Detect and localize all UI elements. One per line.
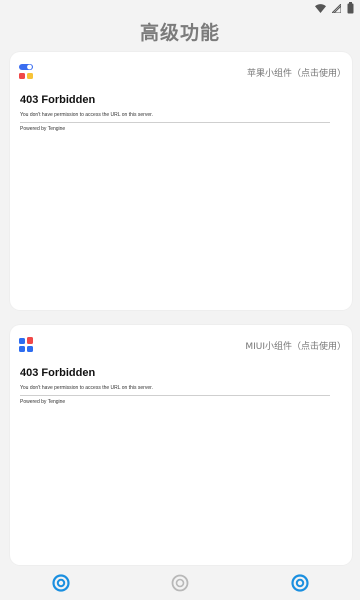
divider xyxy=(20,395,330,396)
error-title: 403 Forbidden xyxy=(20,367,96,379)
battery-icon xyxy=(347,2,354,14)
divider xyxy=(20,122,330,123)
circle-icon[interactable] xyxy=(170,573,190,593)
status-icons xyxy=(315,2,354,14)
widget-card-apple[interactable]: 苹果小组件（点击使用） 403 Forbidden You don't have… xyxy=(10,52,352,310)
status-bar xyxy=(0,0,360,16)
bottom-nav xyxy=(0,566,360,600)
home-icon[interactable] xyxy=(51,573,71,593)
miui-widget-link[interactable]: MIUI小组件（点击使用） xyxy=(245,339,346,352)
error-footer: Powered by Tengine xyxy=(20,126,66,132)
wifi-icon xyxy=(315,3,326,13)
page-title: 高级功能 xyxy=(139,22,220,44)
signal-icon xyxy=(332,3,341,13)
miui-widget-icon xyxy=(19,337,33,352)
error-title: 403 Forbidden xyxy=(20,94,96,106)
error-footer: Powered by Tengine xyxy=(20,399,66,405)
embedded-web-content: 403 Forbidden You don't have permission … xyxy=(20,94,340,132)
profile-icon[interactable] xyxy=(290,573,310,593)
app-widget-icon xyxy=(19,64,33,79)
embedded-web-content: 403 Forbidden You don't have permission … xyxy=(20,367,340,405)
error-description: You don't have permission to access the … xyxy=(20,385,153,391)
apple-widget-link[interactable]: 苹果小组件（点击使用） xyxy=(247,66,346,79)
widget-card-miui[interactable]: MIUI小组件（点击使用） 403 Forbidden You don't ha… xyxy=(10,325,352,565)
error-description: You don't have permission to access the … xyxy=(20,112,153,118)
